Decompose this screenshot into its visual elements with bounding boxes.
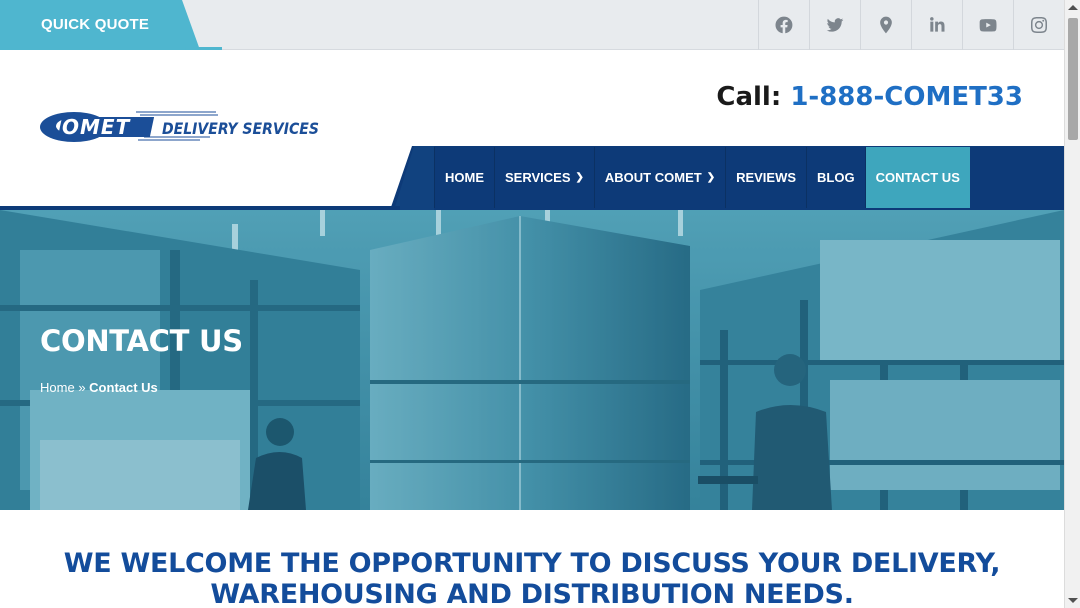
- top-utility-bar: QUICK QUOTE: [0, 0, 1064, 50]
- nav-label: REVIEWS: [736, 170, 797, 185]
- breadcrumb-home-link[interactable]: Home: [40, 380, 75, 395]
- nav-item-about-comet[interactable]: ABOUT COMET ❯: [593, 147, 725, 208]
- warehouse-image: [0, 210, 1064, 510]
- page-title: CONTACT US: [40, 324, 243, 358]
- scroll-up-arrow-icon[interactable]: [1068, 5, 1078, 10]
- quick-quote-button[interactable]: QUICK QUOTE: [0, 0, 222, 50]
- instagram-icon[interactable]: [1013, 0, 1064, 50]
- page-scrollbar[interactable]: [1064, 0, 1080, 608]
- nav-item-reviews[interactable]: REVIEWS: [725, 147, 806, 208]
- hero-banner: CONTACT US Home » Contact Us: [0, 210, 1064, 510]
- logo-text: OMET: [62, 115, 131, 139]
- youtube-icon[interactable]: [962, 0, 1013, 50]
- nav-label: BLOG: [817, 170, 855, 185]
- welcome-heading: WE WELCOME THE OPPORTUNITY TO DISCUSS YO…: [0, 548, 1064, 608]
- logo-tagline: DELIVERY SERVICES: [162, 119, 319, 138]
- breadcrumb-current: Contact Us: [89, 380, 158, 395]
- scrollbar-thumb[interactable]: [1068, 18, 1078, 140]
- nav-label: SERVICES: [505, 170, 571, 185]
- breadcrumb-separator: »: [78, 380, 86, 395]
- welcome-heading-line1: WE WELCOME THE OPPORTUNITY TO DISCUSS YO…: [63, 548, 1001, 579]
- nav-item-blog[interactable]: BLOG: [806, 147, 865, 208]
- nav-item-services[interactable]: SERVICES ❯: [494, 147, 594, 208]
- main-nav: HOME SERVICES ❯ ABOUT COMET ❯ REVIEWS BLOG…: [390, 146, 1064, 210]
- chevron-down-icon: ❯: [575, 172, 584, 183]
- site-header: OMET DELIVERY SERVICES Call: 1-888-COMET…: [0, 50, 1064, 210]
- welcome-heading-line2: WAREHOUSING AND DISTRIBUTION NEEDS.: [210, 579, 854, 608]
- facebook-icon[interactable]: [758, 0, 809, 50]
- nav-item-contact-us[interactable]: CONTACT US: [864, 147, 970, 208]
- nav-label: ABOUT COMET: [604, 170, 702, 185]
- quick-quote-label: QUICK QUOTE: [41, 16, 150, 33]
- phone-block: Call: 1-888-COMET33: [716, 82, 1023, 112]
- nav-items: HOME SERVICES ❯ ABOUT COMET ❯ REVIEWS BLOG…: [434, 147, 970, 208]
- nav-label: HOME: [445, 170, 484, 185]
- social-links: [758, 0, 1064, 50]
- twitter-icon[interactable]: [809, 0, 860, 50]
- linkedin-icon[interactable]: [911, 0, 962, 50]
- phone-number-link[interactable]: 1-888-COMET33: [790, 82, 1023, 112]
- nav-item-home[interactable]: HOME: [434, 147, 494, 208]
- scroll-down-arrow-icon[interactable]: [1068, 598, 1078, 603]
- nav-label: CONTACT US: [875, 170, 960, 185]
- breadcrumb: Home » Contact Us: [40, 380, 158, 395]
- chevron-down-icon: ❯: [706, 172, 716, 183]
- logo-mark: OMET DELIVERY SERVICES: [40, 111, 319, 142]
- call-label: Call:: [716, 82, 782, 112]
- map-pin-icon[interactable]: [860, 0, 911, 50]
- comet-logo[interactable]: OMET DELIVERY SERVICES: [40, 108, 330, 148]
